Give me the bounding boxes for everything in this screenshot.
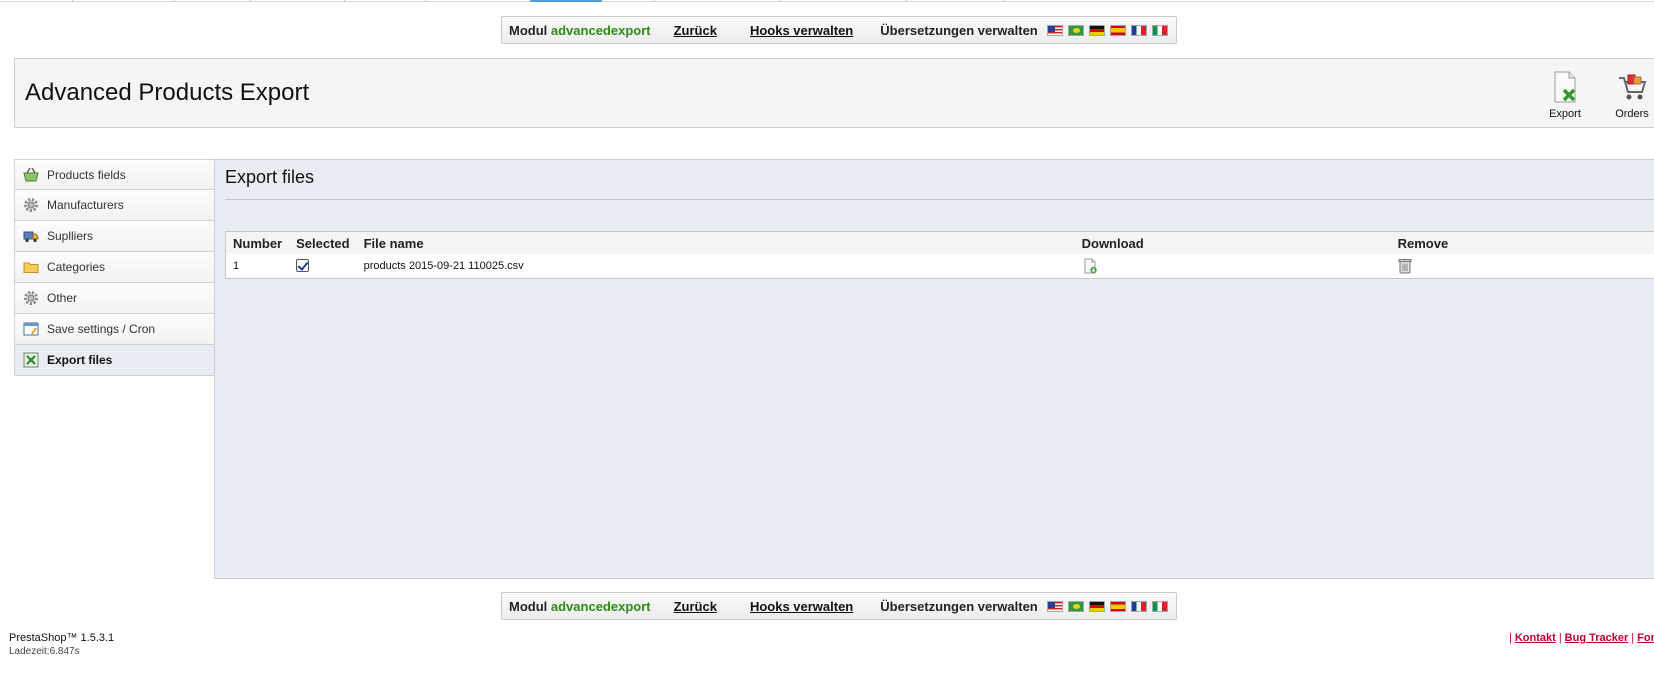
tab-divider bbox=[250, 0, 251, 2]
bug-tracker-link[interactable]: Bug Tracker bbox=[1565, 632, 1629, 644]
back-link[interactable]: Zurück bbox=[674, 23, 717, 38]
export-files-panel: Export files Number Selected File name D… bbox=[214, 159, 1654, 579]
module-prefix: Modul bbox=[509, 598, 548, 614]
manage-translations-label: Übersetzungen verwalten bbox=[880, 598, 1038, 614]
br-flag-icon[interactable] bbox=[1067, 600, 1084, 612]
remove-cell bbox=[1391, 254, 1654, 278]
sidebar-item-label: Suplliers bbox=[47, 229, 94, 243]
orders-cart-icon bbox=[1619, 74, 1647, 100]
column-header-selected: Selected bbox=[289, 231, 357, 254]
manage-hooks-link[interactable]: Hooks verwalten bbox=[750, 599, 853, 614]
settings-window-icon bbox=[23, 321, 39, 337]
es-flag-icon[interactable] bbox=[1109, 24, 1126, 36]
fr-flag-icon[interactable] bbox=[1130, 24, 1147, 36]
link-separator: | bbox=[1631, 632, 1635, 644]
footer-info: PrestaShop™ 1.5.3.1 Ladezeit:6.847s bbox=[9, 632, 114, 658]
contact-link[interactable]: Kontakt bbox=[1515, 632, 1556, 644]
export-toolbar-label: Export bbox=[1549, 108, 1581, 120]
export-files-table: Number Selected File name Download Remov… bbox=[225, 231, 1654, 279]
orders-toolbar-label: Orders bbox=[1615, 108, 1649, 120]
sidebar-item-suppliers[interactable]: Suplliers bbox=[14, 221, 215, 252]
folder-icon bbox=[23, 259, 39, 275]
language-flags bbox=[1046, 600, 1173, 612]
manage-hooks-link[interactable]: Hooks verwalten bbox=[750, 23, 853, 38]
trash-icon[interactable] bbox=[1398, 258, 1412, 274]
de-flag-icon[interactable] bbox=[1088, 600, 1105, 612]
sidebar-item-products-fields[interactable]: Products fields bbox=[14, 159, 215, 190]
sidebar-item-label: Products fields bbox=[47, 167, 126, 182]
back-link[interactable]: Zurück bbox=[674, 599, 717, 614]
column-header-download: Download bbox=[1074, 231, 1391, 254]
column-header-number: Number bbox=[225, 231, 290, 254]
selected-cell bbox=[289, 254, 356, 278]
language-flags bbox=[1046, 24, 1173, 36]
section-title: Export files bbox=[225, 167, 315, 187]
sidebar-item-export-files[interactable]: Export files bbox=[14, 345, 216, 376]
module-toolbar-top: Modul advancedexport Zurück Hooks verwal… bbox=[501, 16, 1177, 44]
module-name: advancedexport bbox=[550, 598, 651, 614]
br-flag-icon[interactable] bbox=[1067, 24, 1084, 36]
sidebar-item-manufacturers[interactable]: Manufacturers bbox=[14, 190, 215, 221]
link-separator: | bbox=[1509, 632, 1512, 644]
tab-divider bbox=[174, 0, 175, 2]
tab-divider bbox=[906, 0, 907, 2]
table-header-row: Number Selected File name Download Remov… bbox=[225, 231, 1654, 254]
de-flag-icon[interactable] bbox=[1088, 24, 1105, 36]
tab-divider bbox=[654, 0, 655, 2]
footer-version: PrestaShop™ 1.5.3.1 bbox=[9, 632, 115, 644]
file-number: 1 bbox=[233, 259, 240, 272]
table-row: 1 products 2015-09-21 110025.csv bbox=[226, 254, 1654, 278]
selected-checkbox[interactable] bbox=[296, 259, 310, 273]
sidebar-item-label: Other bbox=[47, 291, 78, 305]
gb-flag-icon[interactable] bbox=[1046, 24, 1063, 36]
gear-icon bbox=[23, 197, 39, 213]
footer-links: |Kontakt|Bug Tracker|Forum bbox=[1506, 632, 1654, 644]
file-name: products 2015-09-21 110025.csv bbox=[363, 259, 524, 272]
top-tab-strip bbox=[0, 0, 1654, 2]
sidebar-item-save-settings[interactable]: Save settings / Cron bbox=[14, 314, 215, 345]
tab-divider bbox=[1004, 0, 1005, 2]
forum-link[interactable]: Forum bbox=[1637, 632, 1654, 644]
export-toolbar-button[interactable]: Export bbox=[1537, 71, 1593, 120]
module-toolbar-bottom: Modul advancedexport Zurück Hooks verwal… bbox=[501, 592, 1177, 620]
column-header-remove: Remove bbox=[1390, 231, 1654, 254]
excel-file-icon bbox=[23, 352, 39, 368]
active-tab-indicator[interactable] bbox=[530, 0, 602, 2]
sidebar-item-other[interactable]: Other bbox=[14, 283, 215, 314]
sidebar-item-categories[interactable]: Categories bbox=[14, 252, 215, 283]
footer-load-time: Ladezeit:6.847s bbox=[9, 646, 80, 657]
module-prefix: Modul bbox=[509, 22, 548, 38]
tab-divider bbox=[344, 0, 345, 2]
download-file-icon[interactable] bbox=[1082, 258, 1098, 274]
it-flag-icon[interactable] bbox=[1151, 600, 1168, 612]
tab-divider bbox=[425, 0, 426, 2]
it-flag-icon[interactable] bbox=[1151, 24, 1168, 36]
sidebar-item-label: Save settings / Cron bbox=[47, 322, 156, 336]
fr-flag-icon[interactable] bbox=[1130, 600, 1147, 612]
download-cell bbox=[1075, 254, 1391, 278]
section-divider bbox=[225, 199, 1654, 200]
column-header-file-name: File name bbox=[356, 231, 1075, 254]
manage-translations-label: Übersetzungen verwalten bbox=[880, 22, 1038, 38]
truck-icon bbox=[23, 228, 39, 244]
basket-icon bbox=[23, 167, 39, 183]
orders-toolbar-button[interactable]: Orders bbox=[1604, 71, 1654, 120]
export-file-icon bbox=[1554, 71, 1576, 103]
tab-divider bbox=[780, 0, 781, 2]
sidebar-nav: Products fields Manufacturers Suplliers … bbox=[14, 159, 216, 376]
sidebar-item-label: Export files bbox=[47, 353, 113, 367]
gear-icon bbox=[23, 290, 39, 306]
sidebar-item-label: Manufacturers bbox=[47, 198, 124, 212]
module-name: advancedexport bbox=[550, 22, 651, 38]
sidebar-item-label: Categories bbox=[47, 260, 106, 274]
gb-flag-icon[interactable] bbox=[1046, 600, 1063, 612]
page-title: Advanced Products Export bbox=[25, 79, 310, 106]
es-flag-icon[interactable] bbox=[1109, 600, 1126, 612]
tab-divider bbox=[72, 0, 73, 2]
page-header: Advanced Products Export Export Orders bbox=[14, 58, 1654, 128]
link-separator: | bbox=[1558, 632, 1562, 644]
